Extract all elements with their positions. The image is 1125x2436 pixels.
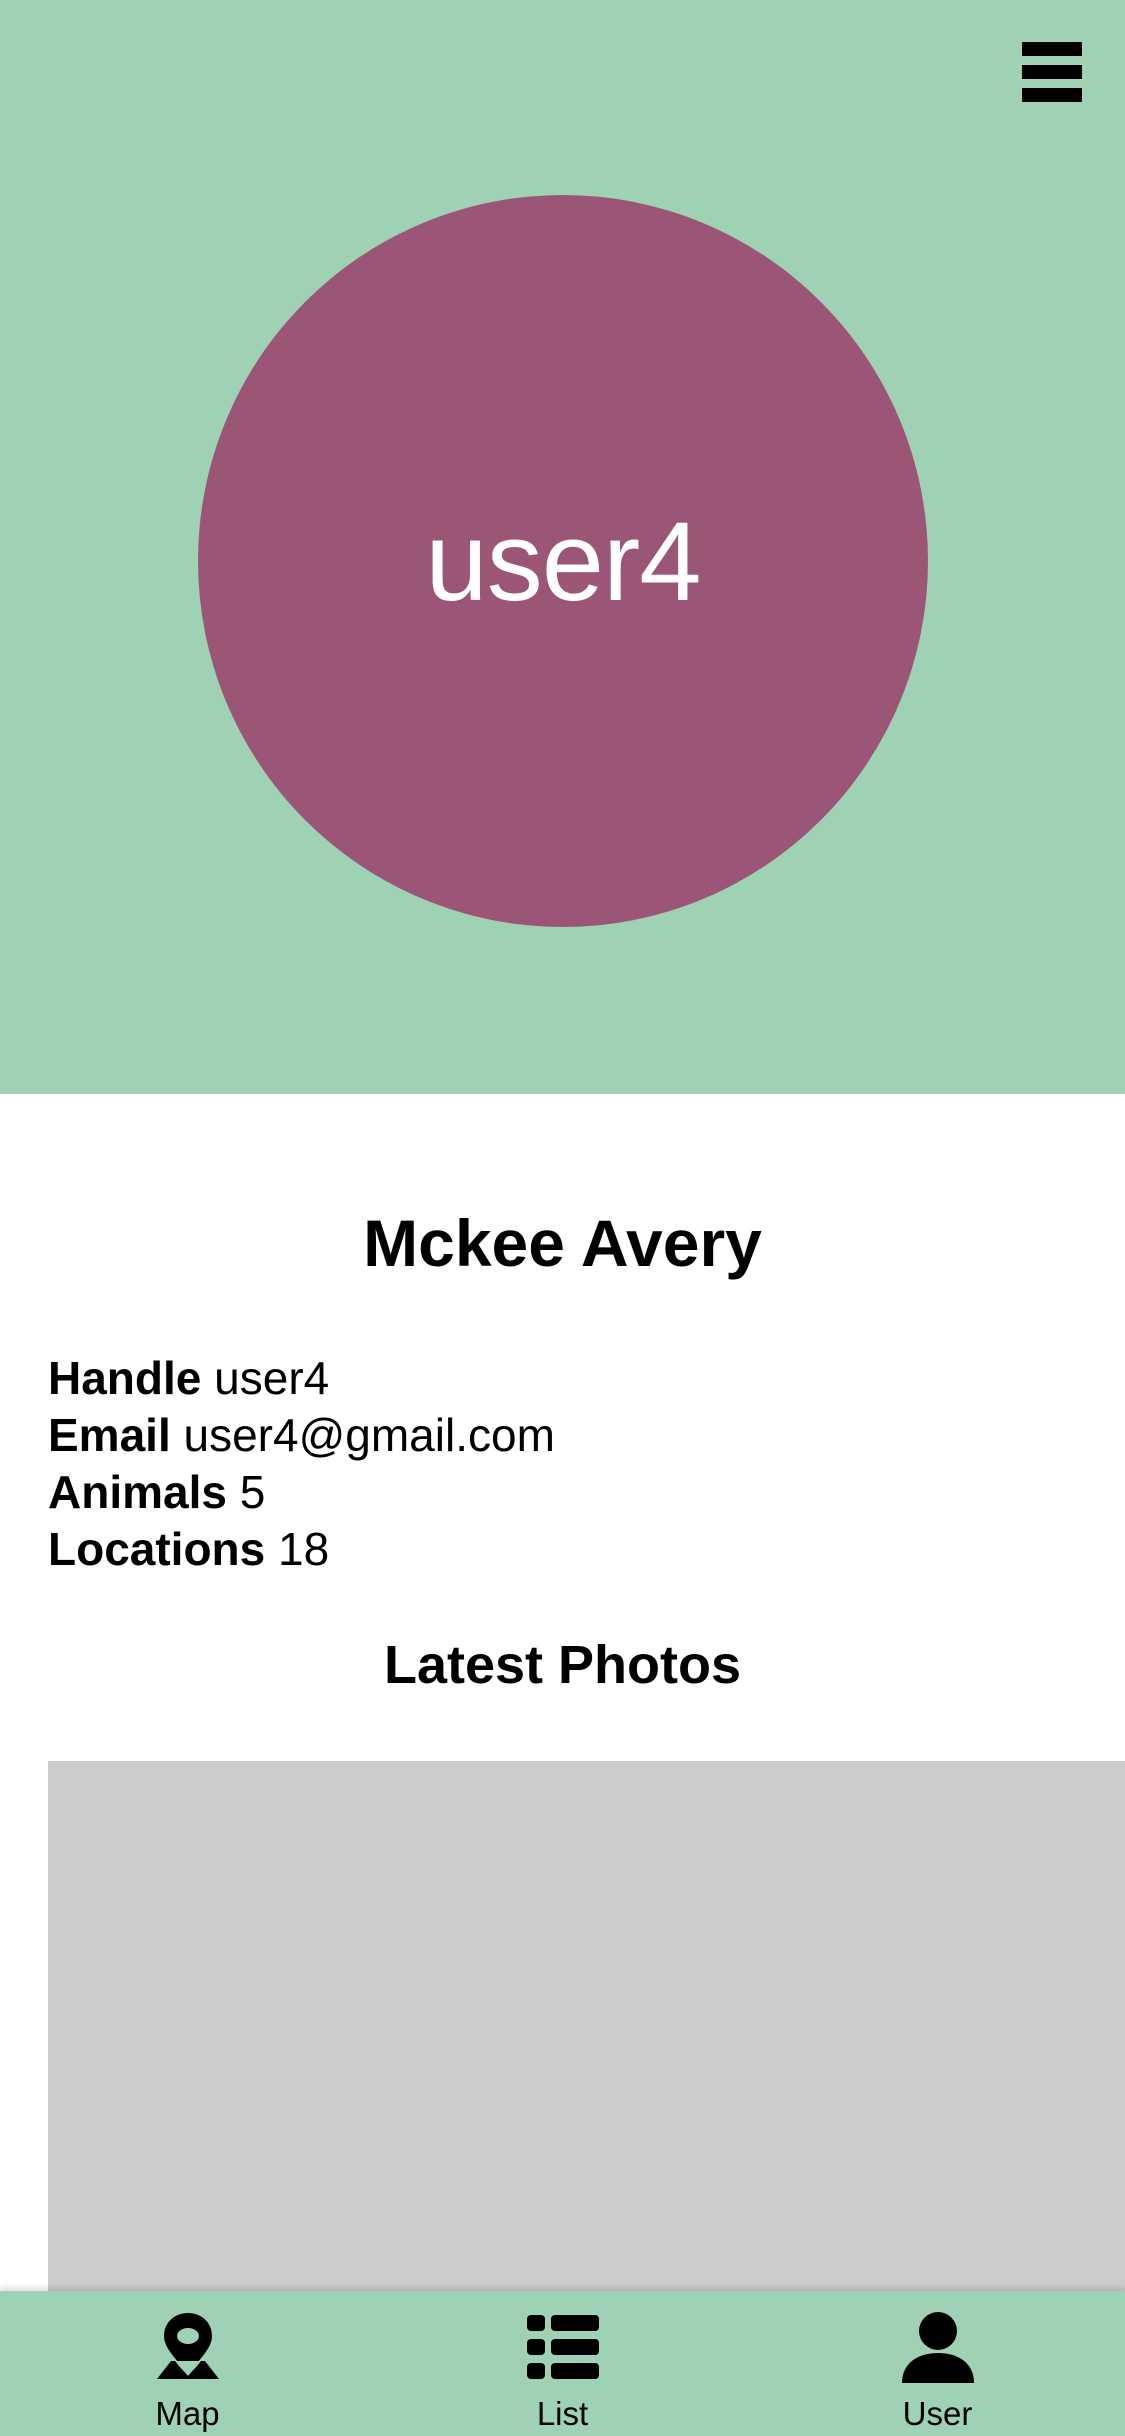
tab-map[interactable]: Map xyxy=(0,2291,375,2436)
avatar: user4 xyxy=(198,195,928,927)
hamburger-menu-icon[interactable] xyxy=(1018,38,1084,106)
tab-label: User xyxy=(902,2395,973,2432)
tab-label: List xyxy=(536,2395,589,2432)
profile-header: user4 xyxy=(0,0,1125,1094)
detail-locations: Locations 18 xyxy=(48,1521,555,1578)
bottom-tab-bar: Map List User xyxy=(0,2291,1125,2436)
detail-label: Animals xyxy=(48,1466,227,1518)
map-pin-icon xyxy=(156,2313,219,2379)
tab-user[interactable]: User xyxy=(750,2291,1125,2436)
profile-name: Mckee Avery xyxy=(363,1206,762,1280)
tab-list[interactable]: List xyxy=(375,2291,750,2436)
detail-email: Email user4@gmail.com xyxy=(48,1407,555,1464)
photo-placeholder[interactable] xyxy=(48,1761,1125,2291)
detail-value: 5 xyxy=(239,1466,266,1518)
latest-photos-title: Latest Photos xyxy=(383,1635,742,1695)
list-icon xyxy=(526,2315,599,2379)
detail-value: 18 xyxy=(278,1523,330,1575)
detail-handle: Handle user4 xyxy=(48,1350,555,1407)
avatar-text: user4 xyxy=(425,498,701,624)
profile-details: Handle user4 Email user4@gmail.com Anima… xyxy=(48,1350,555,1578)
detail-value: user4@gmail.com xyxy=(183,1409,555,1461)
tab-label: Map xyxy=(155,2395,220,2432)
detail-animals: Animals 5 xyxy=(48,1464,555,1521)
detail-value: user4 xyxy=(214,1352,330,1404)
user-icon xyxy=(901,2312,974,2383)
detail-label: Locations xyxy=(48,1523,266,1575)
detail-label: Handle xyxy=(48,1352,202,1404)
detail-label: Email xyxy=(48,1409,171,1461)
